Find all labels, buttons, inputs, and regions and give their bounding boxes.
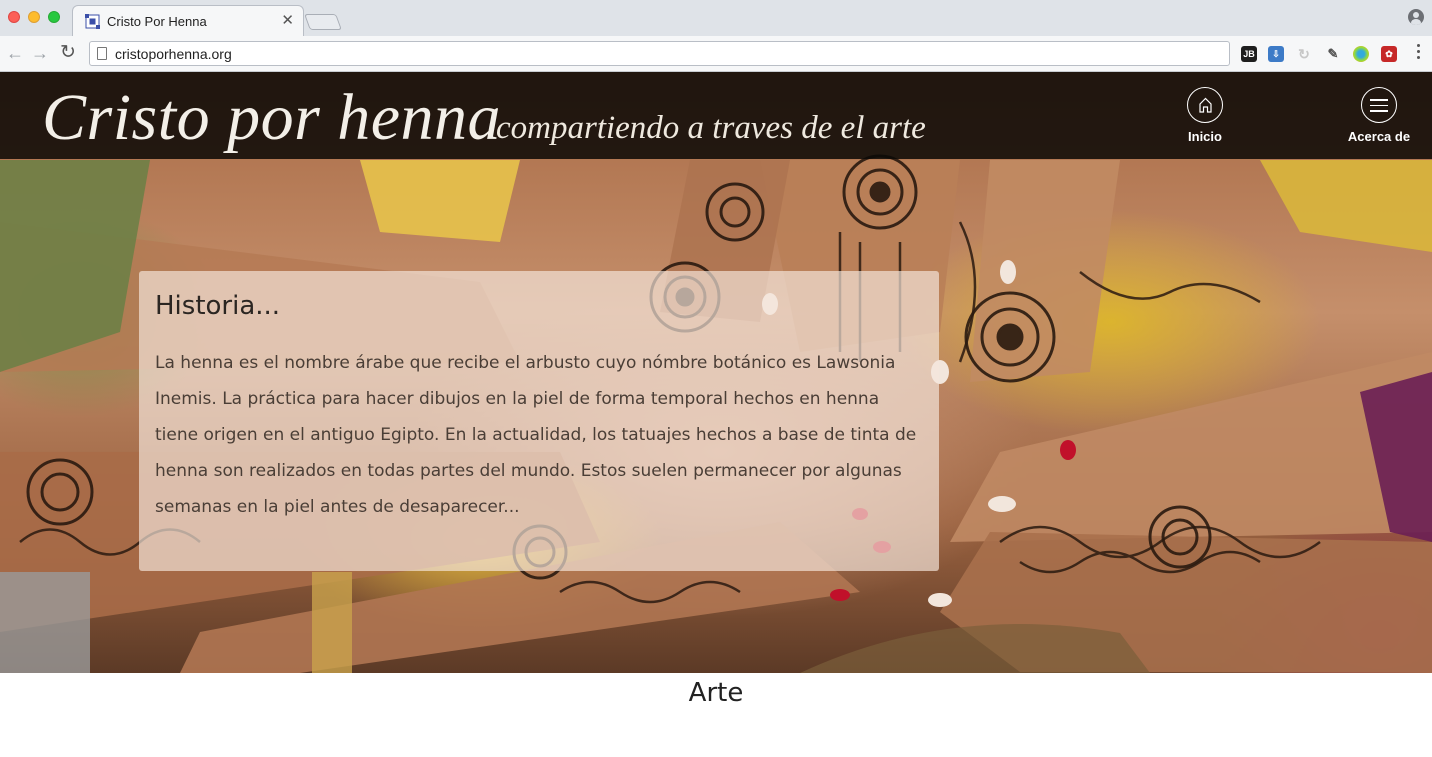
sync-icon[interactable]: ↻ [1296, 46, 1312, 62]
browser-tab-bar: Cristo Por Henna ✕ [0, 0, 1432, 36]
browser-menu-icon[interactable] [1417, 44, 1421, 62]
browser-toolbar: ← → ↻ cristoporhenna.org JB ⇩ ↻ ✎ ✿ [0, 36, 1432, 72]
home-icon[interactable] [1187, 87, 1223, 123]
address-bar[interactable]: cristoporhenna.org [89, 41, 1230, 66]
maximize-window-button[interactable] [48, 11, 60, 23]
forward-arrow-icon[interactable]: → [29, 42, 51, 64]
hero-image: Cristo por henna compartiendo a traves d… [0, 72, 1432, 673]
new-tab-button[interactable] [304, 14, 342, 30]
url-text: cristoporhenna.org [115, 46, 232, 62]
color-wheel-icon[interactable] [1353, 46, 1369, 62]
reload-icon[interactable]: ↻ [57, 42, 79, 64]
history-title: Historia... [155, 291, 281, 321]
site-favicon-icon [85, 14, 100, 29]
menu-icon[interactable] [1361, 87, 1397, 123]
minimize-window-button[interactable] [28, 11, 40, 23]
close-window-button[interactable] [8, 11, 20, 23]
eyedropper-icon[interactable]: ✎ [1325, 46, 1341, 62]
section-title-arte: Arte [688, 678, 744, 708]
site-tagline: compartiendo a traves de el arte [496, 110, 926, 146]
hamburger-icon [1370, 99, 1388, 116]
browser-tab[interactable]: Cristo Por Henna ✕ [72, 5, 304, 36]
back-arrow-icon[interactable]: ← [4, 42, 26, 64]
nav-item-acerca-de[interactable]: Acerca de [1339, 87, 1419, 144]
puzzle-icon[interactable]: ✿ [1381, 46, 1397, 62]
web-page: Cristo por henna compartiendo a traves d… [0, 72, 1432, 757]
tab-title: Cristo Por Henna [107, 14, 207, 29]
nav-item-inicio[interactable]: Inicio [1165, 87, 1245, 144]
site-header: Cristo por henna compartiendo a traves d… [0, 72, 1432, 159]
site-logo-text[interactable]: Cristo por henna [42, 80, 501, 156]
nav-label-acerca-de[interactable]: Acerca de [1339, 129, 1419, 144]
profile-icon[interactable] [1408, 9, 1424, 25]
jetbrains-icon[interactable]: JB [1241, 46, 1257, 62]
house-icon [1199, 97, 1212, 113]
history-card: Historia... La henna es el nombre árabe … [139, 271, 939, 571]
download-icon[interactable]: ⇩ [1268, 46, 1284, 62]
tab-close-icon[interactable]: ✕ [281, 12, 294, 30]
page-info-icon[interactable] [97, 47, 107, 60]
nav-label-inicio[interactable]: Inicio [1165, 129, 1245, 144]
history-body: La henna es el nombre árabe que recibe e… [155, 353, 917, 517]
